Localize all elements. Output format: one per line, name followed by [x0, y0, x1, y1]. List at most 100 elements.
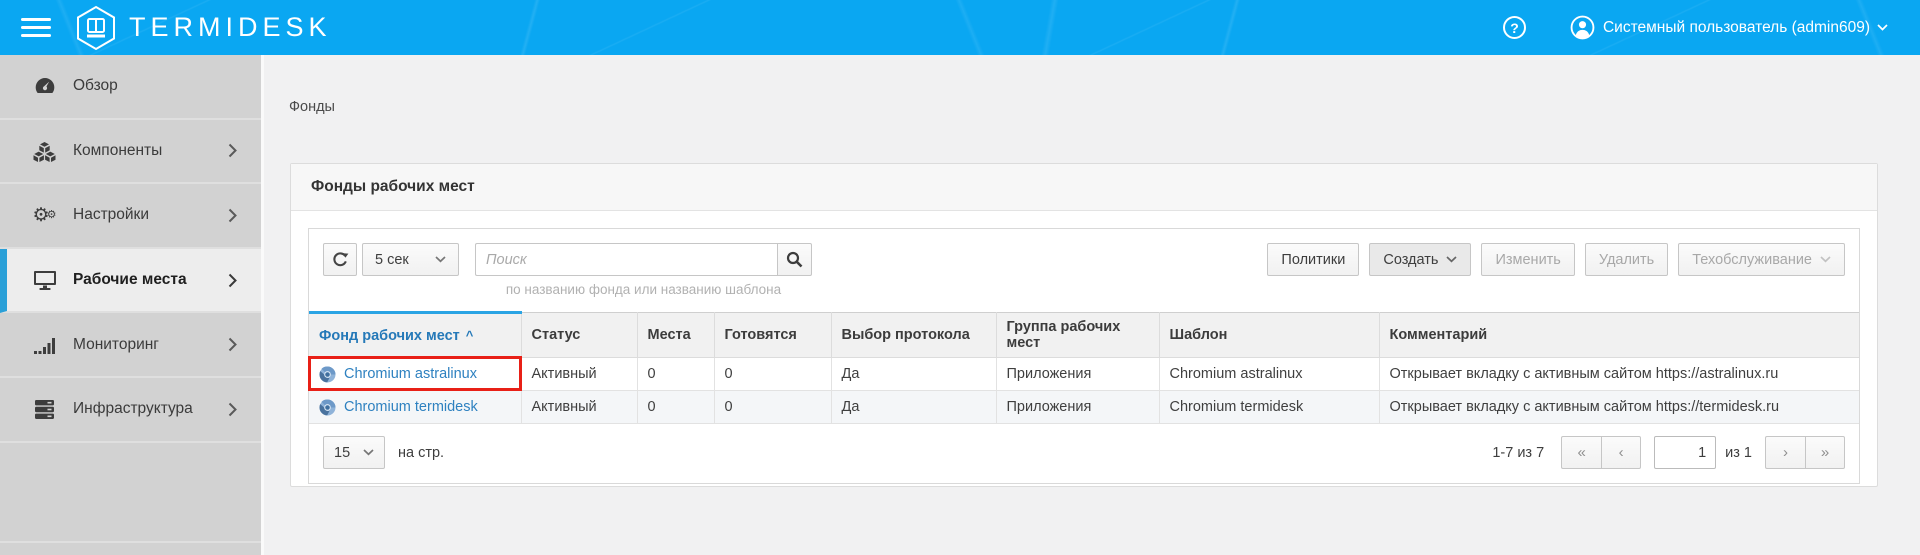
chevron-down-icon	[1820, 256, 1831, 263]
main-content: Фонды Фонды рабочих мест 5 сек Поиск по …	[267, 55, 1920, 555]
chevron-right-icon	[228, 337, 237, 352]
status-cell: Активный	[520, 357, 638, 391]
chevron-right-icon	[228, 143, 237, 158]
pool-name-cell[interactable]: Chromium termidesk	[309, 390, 522, 424]
table-header-row: Фонд рабочих мест ^ Статус Места Готовятс…	[309, 311, 1859, 358]
column-header-pool[interactable]: Фонд рабочих мест ^	[309, 311, 522, 358]
gauge-icon	[31, 74, 58, 98]
sidebar-item-label: Обзор	[73, 77, 118, 95]
first-page-button[interactable]: «	[1561, 436, 1602, 469]
refresh-icon	[332, 252, 348, 267]
sidebar-item-components[interactable]: Компоненты	[0, 120, 261, 185]
pools-table: Фонд рабочих мест ^ Статус Места Готовятс…	[308, 311, 1859, 424]
button-label: Удалить	[1598, 251, 1655, 268]
page-number-input[interactable]	[1654, 436, 1717, 469]
column-header-template[interactable]: Шаблон	[1158, 312, 1380, 358]
chevron-down-icon	[435, 256, 446, 263]
sidebar-spacer	[0, 443, 261, 543]
search-icon	[786, 251, 803, 268]
group-cell: Приложения	[995, 390, 1160, 424]
sidebar: Обзор Компоненты ⚙ ⚙ Настройки Рабочие м…	[0, 55, 264, 555]
sidebar-item-label: Рабочие места	[73, 271, 187, 289]
chevron-right-icon	[228, 402, 237, 417]
sort-asc-icon: ^	[465, 327, 474, 343]
seats-cell: 0	[636, 357, 715, 391]
column-header-preparing[interactable]: Готовятся	[713, 312, 832, 358]
chevron-down-icon	[1877, 24, 1888, 31]
column-header-protocol[interactable]: Выбор протокола	[830, 312, 997, 358]
chevron-right-icon	[228, 208, 237, 223]
column-label: Выбор протокола	[841, 327, 970, 343]
chevron-down-icon	[363, 449, 374, 456]
refresh-interval-select[interactable]: 5 сек	[362, 243, 459, 276]
termidesk-logo: TERMIDESK	[75, 5, 332, 51]
sidebar-item-label: Настройки	[73, 206, 150, 224]
column-label: Шаблон	[1169, 327, 1228, 343]
sidebar-item-label: Инфраструктура	[73, 400, 193, 418]
comment-cell: Открывает вкладку с активным сайтом http…	[1378, 390, 1859, 424]
menu-toggle-icon[interactable]	[21, 13, 51, 42]
page-size-value: 15	[334, 444, 351, 461]
delete-button[interactable]: Удалить	[1584, 243, 1669, 276]
app-header: TERMIDESK ? Системный пользователь (admi…	[0, 0, 1920, 55]
panel-title: Фонды рабочих мест	[291, 164, 1877, 211]
last-page-button[interactable]: »	[1805, 436, 1845, 469]
user-icon	[1570, 15, 1595, 40]
button-label: Создать	[1383, 251, 1439, 268]
pool-link[interactable]: Chromium termidesk	[344, 399, 478, 415]
chevron-down-icon	[1446, 256, 1458, 263]
next-page-button[interactable]: ›	[1765, 436, 1805, 469]
sidebar-item-settings[interactable]: ⚙ ⚙ Настройки	[0, 184, 261, 249]
column-label: Фонд рабочих мест	[319, 327, 460, 344]
workplace-pools-panel: Фонды рабочих мест 5 сек Поиск по назван…	[290, 163, 1878, 487]
search-input[interactable]	[475, 243, 777, 276]
pool-link[interactable]: Chromium astralinux	[344, 366, 477, 382]
pools-table-widget: 5 сек по н	[308, 228, 1860, 484]
group-cell: Приложения	[995, 357, 1160, 391]
chromium-icon	[319, 398, 336, 415]
sidebar-item-infrastructure[interactable]: Инфраструктура	[0, 378, 261, 443]
button-label: Политики	[1281, 251, 1346, 268]
status-cell: Активный	[520, 390, 638, 424]
chevron-right-icon	[228, 273, 237, 288]
preparing-cell: 0	[713, 390, 832, 424]
cubes-icon	[31, 139, 58, 163]
preparing-cell: 0	[713, 357, 832, 391]
column-header-comment[interactable]: Комментарий	[1378, 312, 1859, 358]
table-row[interactable]: Chromium termidesk Активный 0 0 Да Прило…	[309, 390, 1859, 424]
search-hint: по названию фонда или названию шаблона	[505, 282, 782, 297]
column-label: Готовятся	[724, 327, 797, 343]
pool-name-cell-highlighted[interactable]: Chromium astralinux	[308, 355, 522, 391]
button-label: Изменить	[1495, 251, 1561, 268]
template-cell: Chromium astralinux	[1158, 357, 1380, 391]
sidebar-item-overview[interactable]: Обзор	[0, 55, 261, 120]
help-icon[interactable]: ?	[1502, 16, 1526, 39]
table-row[interactable]: Chromium astralinux Активный 0 0 Да Прил…	[308, 355, 1859, 391]
maintenance-button[interactable]: Техобслуживание	[1678, 243, 1845, 276]
sidebar-item-monitoring[interactable]: Мониторинг	[0, 313, 261, 378]
column-label: Места	[647, 327, 691, 343]
refresh-button[interactable]	[323, 243, 357, 276]
sidebar-item-workplaces[interactable]: Рабочие места	[0, 248, 261, 314]
button-label: Техобслуживание	[1692, 251, 1812, 268]
prev-page-button[interactable]: ‹	[1601, 436, 1642, 469]
protocol-cell: Да	[830, 357, 997, 391]
bar-chart-icon	[31, 334, 58, 356]
user-menu[interactable]: Системный пользователь (admin609)	[1570, 15, 1888, 40]
monitor-icon	[31, 269, 58, 291]
server-icon	[31, 398, 58, 421]
chromium-icon	[319, 365, 336, 382]
table-toolbar: 5 сек по н	[309, 229, 1859, 297]
create-button[interactable]: Создать	[1369, 243, 1472, 276]
search-button[interactable]	[777, 243, 812, 276]
policies-button[interactable]: Политики	[1267, 243, 1360, 276]
column-label: Группа рабочих мест	[1006, 319, 1121, 351]
page-size-label: на стр.	[398, 444, 445, 461]
user-name: Системный пользователь (admin609)	[1602, 18, 1870, 36]
page-size-select[interactable]: 15	[323, 436, 385, 469]
edit-button[interactable]: Изменить	[1481, 243, 1575, 276]
column-label: Статус	[531, 327, 581, 343]
column-header-seats[interactable]: Места	[636, 312, 715, 358]
column-header-group[interactable]: Группа рабочих мест	[995, 312, 1160, 358]
column-header-status[interactable]: Статус	[520, 312, 638, 358]
